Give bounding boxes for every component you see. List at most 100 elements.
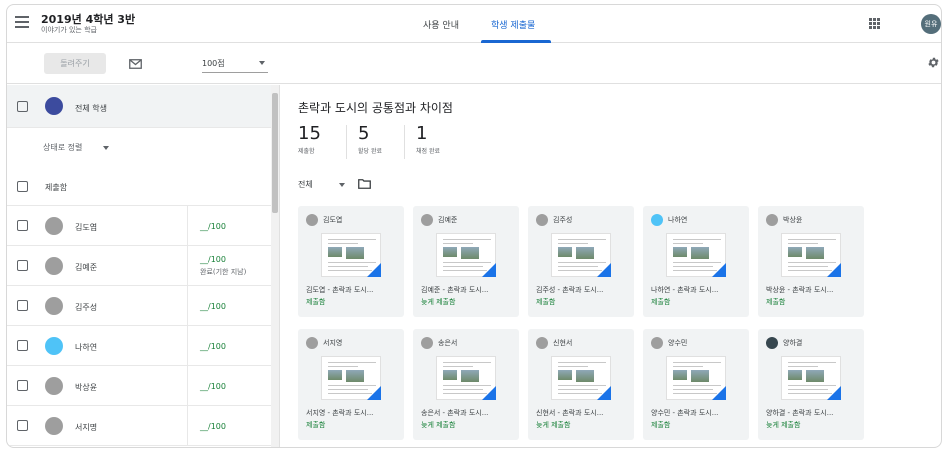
document-thumbnail[interactable] — [551, 356, 611, 400]
grade-value[interactable]: __/100 — [200, 222, 226, 231]
document-thumbnail[interactable] — [436, 233, 496, 277]
avatar — [766, 337, 778, 349]
thumb-line — [673, 270, 717, 271]
card-file-name[interactable]: 김도엽 - 촌락과 도시... — [306, 285, 373, 295]
submission-card[interactable]: 신현서 신현서 - 촌락과 도시... 늦게 제출함 — [528, 329, 634, 440]
stat-assigned: 5 할당 완료 — [358, 123, 382, 155]
document-thumbnail[interactable] — [551, 233, 611, 277]
filter-dropdown[interactable]: 전체 — [298, 179, 313, 190]
table-row[interactable]: 서지명 __/100 — [7, 406, 271, 446]
chevron-down-icon[interactable] — [103, 146, 109, 150]
card-file-name[interactable]: 양수민 - 촌락과 도시... — [651, 408, 718, 418]
grade-value[interactable]: __/100 — [200, 342, 226, 351]
submission-card[interactable]: 김예준 김예준 - 촌락과 도시... 늦게 제출함 — [413, 206, 519, 317]
student-checkbox[interactable] — [17, 380, 28, 391]
document-thumbnail[interactable] — [321, 233, 381, 277]
thumb-image — [576, 370, 594, 382]
thumb-line — [328, 239, 376, 240]
all-students-row[interactable]: 전체 학생 — [7, 85, 271, 128]
folder-icon[interactable] — [358, 179, 371, 189]
card-file-name[interactable]: 박상윤 - 촌락과 도시... — [766, 285, 833, 295]
card-header: 나하연 — [651, 214, 687, 226]
thumb-line — [788, 362, 836, 363]
grade-cell[interactable]: __/100 — [187, 366, 271, 406]
table-row[interactable]: 박상윤 __/100 — [7, 366, 271, 406]
stat-label: 할당 완료 — [358, 148, 382, 155]
thumb-line — [673, 366, 703, 367]
submission-card[interactable]: 김주성 김주성 - 촌락과 도시... 제출함 — [528, 206, 634, 317]
card-file-name[interactable]: 서지영 - 촌락과 도시... — [306, 408, 373, 418]
thumb-image — [346, 247, 364, 259]
table-row[interactable]: 나하연 __/100 — [7, 326, 271, 366]
card-file-name[interactable]: 송은서 - 촌락과 도시... — [421, 408, 488, 418]
table-row[interactable]: 김주성 __/100 — [7, 286, 271, 326]
submission-card[interactable]: 송은서 송은서 - 촌락과 도시... 늦게 제출함 — [413, 329, 519, 440]
stat-number: 15 — [298, 123, 321, 144]
thumb-line — [328, 243, 358, 244]
grade-cell[interactable]: __/100 — [187, 286, 271, 326]
gear-icon[interactable] — [927, 56, 940, 69]
student-checkbox[interactable] — [17, 340, 28, 351]
grade-cell[interactable]: __/100 — [187, 206, 271, 246]
scrollbar[interactable] — [271, 85, 279, 447]
table-row[interactable]: 김도엽 __/100 — [7, 206, 271, 246]
menu-icon[interactable] — [15, 16, 29, 28]
stat-label: 채점 완료 — [416, 148, 440, 155]
submission-card[interactable]: 나하연 나하연 - 촌락과 도시... 제출함 — [643, 206, 749, 317]
grade-value[interactable]: __/100 — [200, 302, 226, 311]
docs-badge-icon — [712, 263, 726, 277]
divider — [346, 125, 347, 159]
submission-card[interactable]: 양하결 양하결 - 촌락과 도시... 늦게 제출함 — [758, 329, 864, 440]
submission-card[interactable]: 서지영 서지영 - 촌락과 도시... 제출함 — [298, 329, 404, 440]
email-icon[interactable] — [129, 59, 142, 69]
apps-grid-icon[interactable] — [869, 18, 880, 29]
document-thumbnail[interactable] — [666, 356, 726, 400]
student-checkbox[interactable] — [17, 260, 28, 271]
thumb-image — [806, 247, 824, 259]
points-dropdown[interactable]: 100점 — [202, 58, 268, 73]
document-thumbnail[interactable] — [666, 233, 726, 277]
document-thumbnail[interactable] — [781, 233, 841, 277]
student-checkbox[interactable] — [17, 420, 28, 431]
student-checkbox[interactable] — [17, 220, 28, 231]
avatar — [421, 337, 433, 349]
return-button[interactable]: 돌려주기 — [44, 53, 106, 74]
chevron-down-icon — [259, 61, 265, 65]
points-value: 100점 — [202, 59, 225, 68]
grade-value[interactable]: __/100 — [200, 382, 226, 391]
submission-card[interactable]: 김도엽 김도엽 - 촌락과 도시... 제출함 — [298, 206, 404, 317]
chevron-down-icon[interactable] — [339, 183, 345, 187]
avatar — [536, 337, 548, 349]
document-thumbnail[interactable] — [321, 356, 381, 400]
thumb-image — [673, 370, 687, 380]
card-file-name[interactable]: 신현서 - 촌락과 도시... — [536, 408, 603, 418]
tab-guide[interactable]: 사용 안내 — [423, 18, 459, 31]
grade-cell[interactable]: __/100 — [187, 326, 271, 366]
card-file-name[interactable]: 김주성 - 촌락과 도시... — [536, 285, 603, 295]
tab-student-work[interactable]: 학생 제출물 — [491, 18, 535, 31]
thumb-line — [328, 270, 372, 271]
select-all-checkbox[interactable] — [17, 101, 28, 112]
document-thumbnail[interactable] — [436, 356, 496, 400]
submission-card[interactable]: 양수민 양수민 - 촌락과 도시... 제출함 — [643, 329, 749, 440]
grade-value[interactable]: __/100 — [200, 422, 226, 431]
student-checkbox[interactable] — [17, 300, 28, 311]
submission-card[interactable]: 박상윤 박상윤 - 촌락과 도시... 제출함 — [758, 206, 864, 317]
sort-dropdown[interactable]: 상태로 정렬 — [43, 142, 82, 153]
document-thumbnail[interactable] — [781, 356, 841, 400]
thumb-line — [443, 366, 473, 367]
grade-cell[interactable]: __/100 완료(기한 지남) — [187, 246, 271, 286]
account-avatar[interactable]: 원유 — [921, 14, 941, 34]
card-file-name[interactable]: 나하연 - 촌락과 도시... — [651, 285, 718, 295]
grade-cell[interactable]: __/100 — [187, 406, 271, 446]
scrollbar-thumb[interactable] — [272, 93, 278, 213]
card-status: 늦게 제출함 — [766, 421, 801, 429]
thumb-line — [328, 389, 368, 390]
card-file-name[interactable]: 김예준 - 촌락과 도시... — [421, 285, 488, 295]
card-file-name[interactable]: 양하결 - 촌락과 도시... — [766, 408, 833, 418]
table-row[interactable]: 김예준 __/100 완료(기한 지남) — [7, 246, 271, 286]
section-checkbox[interactable] — [17, 181, 28, 192]
grade-value[interactable]: __/100 — [200, 255, 226, 264]
thumb-line — [558, 239, 606, 240]
thumb-line — [788, 239, 836, 240]
